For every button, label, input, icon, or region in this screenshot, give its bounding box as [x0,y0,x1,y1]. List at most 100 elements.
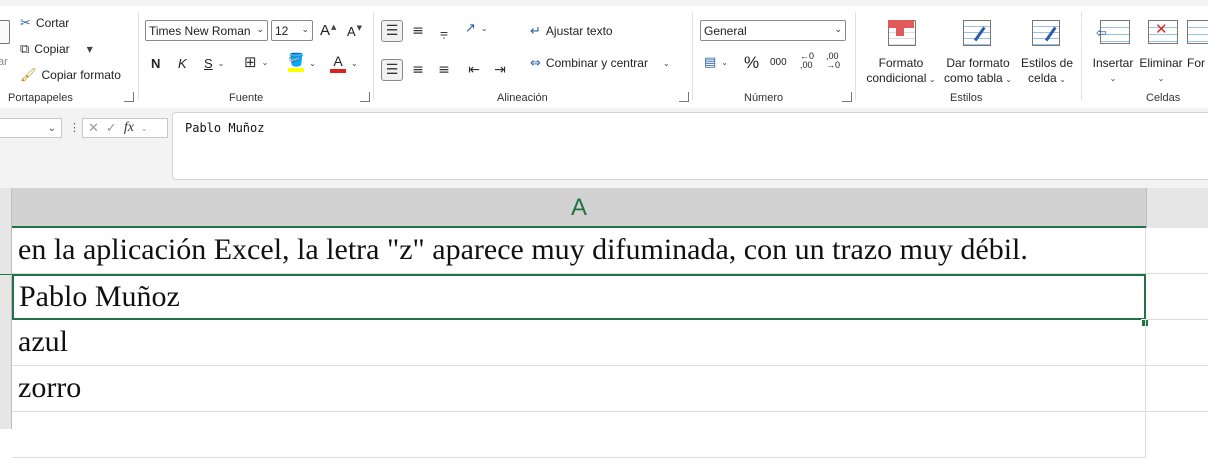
grow-font-button[interactable]: A ▲ [320,22,336,39]
align-left-button[interactable]: ☰ [381,59,403,81]
font-color-button[interactable]: A ⌄ [330,54,358,73]
row-header-3[interactable] [0,320,12,366]
select-all-corner[interactable] [0,188,12,228]
underline-button[interactable]: S ⌄ [204,56,224,71]
thousands-label: 000 [770,57,787,68]
row-header-1[interactable] [0,228,12,274]
conditional-format-button[interactable]: Formato condicional ⌄ [863,18,939,87]
font-name-select[interactable]: Times New Roman ⌄ [145,20,268,41]
merge-center-button[interactable]: ⇔ Combinar y centrar ⌄ [530,56,670,70]
row-header-4[interactable] [0,366,12,429]
paste-button[interactable]: ar [0,14,10,74]
chevron-down-icon[interactable]: ⌄ [262,58,269,67]
cell-b1[interactable] [1146,228,1208,274]
separator [138,12,139,100]
format-as-table-icon [961,18,998,50]
format-painter-button[interactable]: 🖌 Copiar formato [20,68,121,82]
italic-button[interactable]: K [178,56,187,71]
font-name-value: Times New Roman [149,23,251,38]
copy-button[interactable]: ⧉ Copiar ▼ [20,42,93,56]
cell-a5[interactable] [12,412,1146,458]
paste-label: ar [0,56,8,68]
cut-button[interactable]: ✂ Cortar [20,16,69,30]
cell-a4[interactable]: zorro [12,366,1146,412]
font-size-select[interactable]: 12 ⌄ [271,20,313,41]
number-group: General ⌄ ▤ ⌄ % 000 ←0 ,00 ,00 →0 Número [694,8,854,106]
formula-input[interactable]: Pablo Muñoz [172,112,1208,180]
chevron-down-icon: ⌄ [1056,75,1066,84]
alignment-group-label: Alineación [497,92,548,104]
chevron-down-icon[interactable]: ⌄ [309,59,316,68]
separator [855,12,856,100]
chevron-down-icon[interactable]: ⌄ [141,124,148,133]
insert-cells-button[interactable]: ⇦ Insertar ⌄ [1089,18,1137,86]
fill-color-button[interactable]: 🪣 ⌄ [288,54,316,72]
chevron-down-icon[interactable]: ⌄ [481,24,488,33]
percent-button[interactable]: % [744,53,759,73]
cut-label: Cortar [35,16,70,30]
shrink-font-button[interactable]: A ▼ [347,24,362,40]
align-right-button[interactable]: ≡ [433,59,455,81]
cell-a3[interactable]: azul [12,320,1146,366]
wrap-text-icon: ↵ [530,23,541,39]
format-cells-button[interactable]: For [1187,18,1208,71]
confirm-icon[interactable]: ✓ [106,121,117,136]
chevron-down-icon: ⌄ [256,25,264,35]
align-middle-button[interactable]: ≡ [407,20,429,42]
alignment-group: ☰ ≡ ⩦ ↗ ⌄ ☰ ≡ ≡ ⇤ ⇥ ↵ Ajustar texto ⇔ Co… [375,8,691,106]
cell-a1[interactable]: en la aplicación Excel, la letra "z" apa… [12,228,1146,274]
chevron-down-icon[interactable]: ⌄ [663,59,670,68]
increase-indent-button[interactable]: ⇥ [489,59,511,81]
thousands-button[interactable]: 000 [770,57,787,68]
conditional-format-label-2: condicional [866,71,927,85]
chevron-down-icon: ⌄ [1157,74,1165,83]
insert-cells-icon: ⇦ [1096,18,1130,50]
row-header-2[interactable] [0,274,12,320]
decrease-decimals-button[interactable]: ,00 →0 [826,52,844,70]
borders-icon: ⊞ [244,53,257,71]
paintbrush-icon: 🖌 [20,67,37,83]
format-as-table-button[interactable]: Dar formato como tabla ⌄ [941,18,1015,87]
chevron-down-icon[interactable]: ⌄ [721,58,728,67]
cell-b4[interactable] [1146,366,1208,412]
clipboard-dialog-launcher[interactable] [124,92,134,102]
delete-cells-button[interactable]: ✕ Eliminar ⌄ [1137,18,1185,86]
decrease-indent-button[interactable]: ⇤ [463,59,485,81]
chevron-down-icon[interactable]: ⌄ [351,59,358,68]
column-header-b[interactable] [1146,188,1208,228]
cell-b2[interactable] [1146,274,1208,320]
currency-icon: ▤ [704,55,717,70]
increase-decimals-button[interactable]: ←0 ,00 [800,52,818,70]
format-as-table-label-1: Dar formato [946,56,1010,70]
percent-label: % [744,53,760,72]
wrap-text-button[interactable]: ↵ Ajustar texto [530,24,613,38]
cancel-icon[interactable]: ✕ [88,121,99,136]
scissors-icon: ✂ [20,15,31,31]
alignment-dialog-launcher[interactable] [679,92,689,102]
font-dialog-launcher[interactable] [360,92,370,102]
borders-button[interactable]: ⊞ ⌄ [244,55,268,70]
chevron-down-icon[interactable]: ⌄ [48,123,56,134]
align-bottom-button[interactable]: ⩦ [433,22,455,44]
name-box[interactable]: ⌄ [0,118,62,138]
cell-b3[interactable] [1146,320,1208,366]
more-options-icon[interactable]: ⋮ [69,121,80,134]
formula-content: Pablo Muñoz [185,121,265,135]
number-format-select[interactable]: General ⌄ [700,20,846,41]
orientation-button[interactable]: ↗ ⌄ [465,22,488,35]
number-dialog-launcher[interactable] [842,92,852,102]
accounting-format-button[interactable]: ▤ ⌄ [704,56,728,69]
bold-button[interactable]: N [151,56,160,71]
column-header-a[interactable]: A [12,188,1146,228]
cell-a2[interactable]: Pablo Muñoz [12,274,1146,320]
clipboard-group: ar ✂ Cortar ⧉ Copiar ▼ 🖌 Copiar formato … [0,8,136,106]
merge-cells-icon: ⇔ [530,55,541,71]
align-center-button[interactable]: ≡ [407,59,429,81]
chevron-down-icon: ⌄ [301,25,309,35]
decrease-decimals-icon: ,00 →0 [826,51,841,70]
chevron-down-icon[interactable]: ▼ [87,45,93,54]
insert-function-button[interactable]: fx [124,120,134,136]
chevron-down-icon[interactable]: ⌄ [218,59,225,68]
align-top-button[interactable]: ☰ [381,20,403,42]
cell-styles-button[interactable]: Estilos de celda ⌄ [1017,18,1077,87]
